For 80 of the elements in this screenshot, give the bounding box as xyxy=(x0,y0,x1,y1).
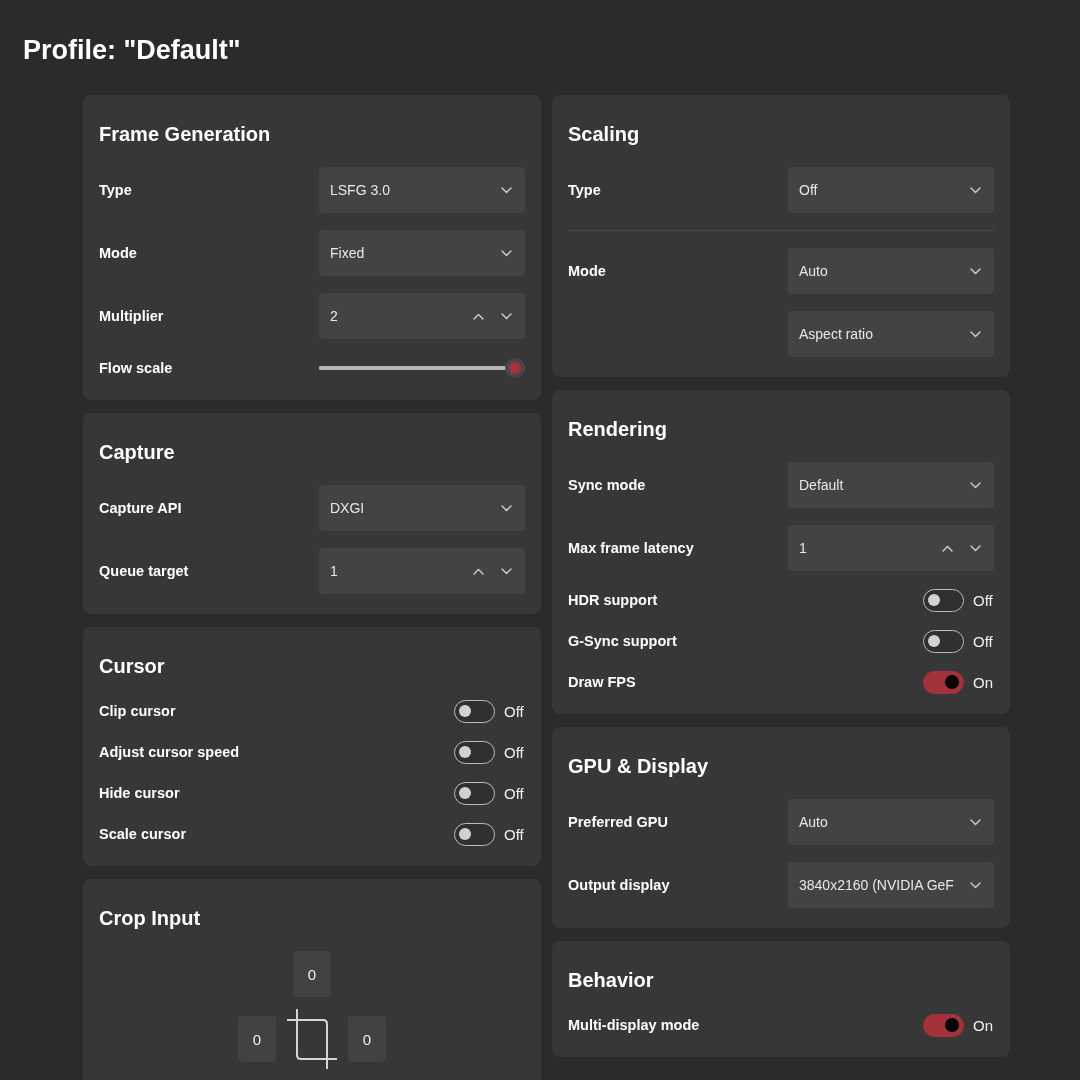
page-title: Profile: "Default" xyxy=(23,34,241,67)
chevron-down-icon xyxy=(970,267,981,275)
setting-label: Output display xyxy=(568,877,670,893)
dropdown[interactable]: Fixed xyxy=(319,230,525,276)
setting-label: Hide cursor xyxy=(99,785,180,801)
card-title: Rendering xyxy=(568,417,667,442)
toggle-switch[interactable] xyxy=(923,1013,964,1037)
setting-label: Capture API xyxy=(99,500,182,516)
setting-label: Adjust cursor speed xyxy=(99,744,240,760)
toggle-switch[interactable] xyxy=(923,588,964,612)
setting-label: Mode xyxy=(99,245,137,261)
toggle-state-text: Off xyxy=(504,825,525,843)
chevron-down-icon xyxy=(501,186,512,194)
dropdown[interactable]: Off xyxy=(788,167,994,213)
chevron-down-icon xyxy=(501,504,512,512)
toggle-switch[interactable] xyxy=(923,629,964,653)
spin-up-icon[interactable] xyxy=(473,567,484,575)
chevron-down-icon xyxy=(970,330,981,338)
setting-label: Scale cursor xyxy=(99,826,187,842)
toggle-state-text: On xyxy=(973,673,994,691)
spin-down-icon[interactable] xyxy=(970,544,981,552)
card-title: Frame Generation xyxy=(99,122,271,147)
setting-label: Mode xyxy=(568,263,606,279)
spin-up-icon[interactable] xyxy=(942,544,953,552)
setting-label: G-Sync support xyxy=(568,633,677,649)
toggle-state-text: Off xyxy=(504,743,525,761)
chevron-down-icon xyxy=(970,481,981,489)
setting-label: Type xyxy=(99,182,132,198)
dropdown[interactable]: Auto xyxy=(788,799,994,845)
spin-up-icon[interactable] xyxy=(473,312,484,320)
setting-label: Preferred GPU xyxy=(568,814,668,830)
setting-label: HDR support xyxy=(568,592,658,608)
setting-label: Flow scale xyxy=(99,360,173,376)
chevron-down-icon xyxy=(501,249,512,257)
toggle-switch[interactable] xyxy=(454,781,495,805)
card-title: GPU & Display xyxy=(568,754,709,779)
toggle-state-text: On xyxy=(973,1016,994,1034)
dropdown[interactable]: LSFG 3.0 xyxy=(319,167,525,213)
crop-icon xyxy=(286,1008,338,1070)
dropdown[interactable]: Auto xyxy=(788,248,994,294)
number-field[interactable]: 1 xyxy=(788,525,994,571)
card-title: Behavior xyxy=(568,968,654,993)
chevron-down-icon xyxy=(970,818,981,826)
number-value: 1 xyxy=(799,540,808,556)
slider-thumb[interactable] xyxy=(505,358,525,378)
dropdown[interactable]: 3840x2160 (NVIDIA GeF xyxy=(788,862,994,908)
card-title: Crop Input xyxy=(99,906,201,931)
setting-label: Clip cursor xyxy=(99,703,176,719)
setting-label: Queue target xyxy=(99,563,189,579)
toggle-state-text: Off xyxy=(504,702,525,720)
toggle-switch[interactable] xyxy=(923,670,964,694)
toggle-switch[interactable] xyxy=(454,822,495,846)
crop-left-field[interactable]: 0 xyxy=(238,1016,276,1062)
crop-top-field[interactable]: 0 xyxy=(293,951,331,997)
setting-label: Multiplier xyxy=(99,308,164,324)
number-value: 1 xyxy=(330,563,339,579)
chevron-down-icon xyxy=(970,881,981,889)
dropdown[interactable]: Default xyxy=(788,462,994,508)
toggle-switch[interactable] xyxy=(454,740,495,764)
card-title: Scaling xyxy=(568,122,640,147)
toggle-state-text: Off xyxy=(973,591,994,609)
crop-right-field[interactable]: 0 xyxy=(348,1016,386,1062)
card-title: Capture xyxy=(99,440,175,465)
card-title: Cursor xyxy=(99,654,165,679)
setting-label: Type xyxy=(568,182,601,198)
toggle-switch[interactable] xyxy=(454,699,495,723)
setting-label: Multi-display mode xyxy=(568,1017,700,1033)
number-field[interactable]: 2 xyxy=(319,293,525,339)
setting-label: Draw FPS xyxy=(568,674,636,690)
setting-label: Sync mode xyxy=(568,477,646,493)
number-value: 2 xyxy=(330,308,339,324)
dropdown[interactable]: DXGI xyxy=(319,485,525,531)
spin-down-icon[interactable] xyxy=(501,567,512,575)
toggle-state-text: Off xyxy=(504,784,525,802)
setting-label: Max frame latency xyxy=(568,540,694,556)
spin-down-icon[interactable] xyxy=(501,312,512,320)
chevron-down-icon xyxy=(970,186,981,194)
dropdown[interactable]: Aspect ratio xyxy=(788,311,994,357)
number-field[interactable]: 1 xyxy=(319,548,525,594)
toggle-state-text: Off xyxy=(973,632,994,650)
